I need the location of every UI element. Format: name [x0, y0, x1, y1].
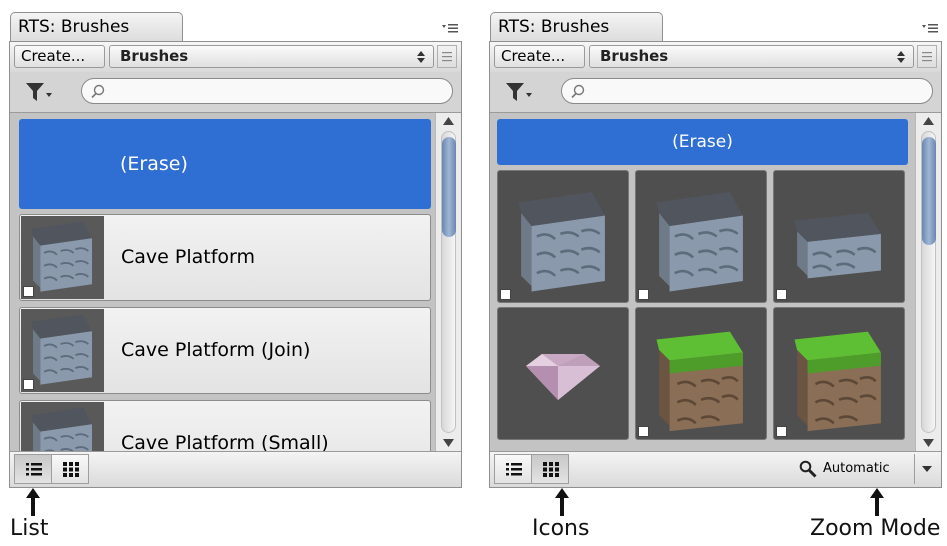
- list-menu-icon[interactable]: [437, 45, 457, 68]
- brushes-panel-icon-view: RTS: Brushes Create... Brushes (Erase) A…: [489, 8, 942, 488]
- stone-slab-icon: [794, 212, 881, 279]
- list-view-icon: [506, 463, 522, 476]
- chevron-down-icon: [922, 466, 932, 472]
- scroll-up-icon[interactable]: [443, 117, 454, 125]
- caption-icons: Icons: [532, 516, 590, 541]
- scroll-thumb[interactable]: [442, 137, 456, 237]
- category-select-label: Brushes: [600, 47, 669, 65]
- stone-cube-icon: [30, 406, 93, 451]
- prefab-badge-icon: [500, 289, 511, 300]
- bottom-toolbar: [10, 451, 461, 487]
- prefab-badge-icon: [776, 426, 787, 437]
- up-down-arrows-icon: [897, 51, 905, 63]
- prefab-badge-icon: [23, 379, 34, 390]
- list-item[interactable]: Cave Platform: [19, 214, 431, 301]
- brush-tile[interactable]: [635, 307, 767, 440]
- scroll-thumb[interactable]: [922, 137, 936, 245]
- icon-view-button[interactable]: [51, 454, 89, 484]
- list-item-label: Cave Platform: [121, 246, 256, 268]
- list-item-label: Cave Platform (Small): [121, 432, 329, 451]
- brush-tile[interactable]: [773, 170, 905, 303]
- create-button[interactable]: Create...: [14, 45, 105, 68]
- filter-icon[interactable]: [506, 83, 532, 101]
- create-button[interactable]: Create...: [494, 45, 585, 68]
- list-item[interactable]: Cave Platform (Small): [19, 400, 431, 451]
- stone-cube-icon: [517, 190, 607, 293]
- filter-icon[interactable]: [26, 83, 52, 101]
- caption-list: List: [10, 516, 49, 541]
- brush-thumbnail: [21, 216, 104, 299]
- list-menu-icon[interactable]: [917, 45, 937, 68]
- panel-frame: Create... Brushes (Erase): [9, 41, 462, 488]
- category-select-label: Brushes: [120, 47, 189, 65]
- erase-brush-item[interactable]: (Erase): [19, 119, 431, 209]
- brush-grid: (Erase): [490, 113, 915, 451]
- scroll-down-icon[interactable]: [443, 439, 454, 447]
- window-tab[interactable]: RTS: Brushes: [10, 12, 183, 42]
- brush-tile[interactable]: [497, 307, 629, 440]
- brush-tile[interactable]: [773, 307, 905, 440]
- list-view-icon: [26, 463, 42, 476]
- brush-thumbnail: [21, 309, 104, 392]
- scroll-up-icon[interactable]: [923, 117, 934, 125]
- list-item-label: Cave Platform (Join): [121, 339, 311, 361]
- vertical-scrollbar[interactable]: [435, 113, 461, 451]
- zoom-mode-label: Automatic: [823, 461, 890, 476]
- list-item[interactable]: Cave Platform (Join): [19, 307, 431, 394]
- list-view-button[interactable]: [14, 454, 52, 484]
- brush-thumbnail: [21, 402, 104, 451]
- grass-cube-icon: [655, 330, 745, 433]
- panel-frame: Create... Brushes (Erase): [489, 41, 942, 488]
- scroll-down-icon[interactable]: [923, 439, 934, 447]
- arrow-up-icon: [870, 488, 884, 516]
- up-down-arrows-icon: [417, 51, 425, 63]
- window-tab[interactable]: RTS: Brushes: [490, 12, 663, 42]
- icon-view-button[interactable]: [531, 454, 569, 484]
- toolbar: Create... Brushes: [490, 42, 941, 73]
- search-icon: [571, 84, 585, 98]
- zoom-mode-control[interactable]: Automatic: [795, 454, 911, 484]
- caption-zoom-mode: Zoom Mode: [810, 516, 941, 541]
- category-select[interactable]: Brushes: [109, 45, 434, 68]
- search-bar: [490, 72, 941, 113]
- prefab-badge-icon: [638, 289, 649, 300]
- search-bar: [10, 72, 461, 113]
- grass-cube-icon: [793, 330, 883, 433]
- category-select[interactable]: Brushes: [589, 45, 914, 68]
- gem-icon: [526, 354, 600, 400]
- tab-bar: RTS: Brushes: [489, 8, 942, 42]
- search-icon: [91, 84, 105, 98]
- prefab-badge-icon: [23, 286, 34, 297]
- stone-cube-icon: [655, 190, 745, 293]
- prefab-badge-icon: [638, 426, 649, 437]
- brush-tile[interactable]: [635, 170, 767, 303]
- list-view-button[interactable]: [494, 454, 532, 484]
- brush-list: (Erase) Cave Platform Cave Platform (Joi…: [10, 113, 435, 451]
- prefab-badge-icon: [776, 289, 787, 300]
- grid-view-icon: [543, 462, 559, 477]
- grid-view-icon: [63, 462, 79, 477]
- erase-brush-item[interactable]: (Erase): [497, 119, 908, 165]
- arrow-up-icon: [555, 488, 569, 516]
- window-menu-icon[interactable]: [922, 22, 938, 34]
- bottom-toolbar: Automatic: [490, 451, 941, 487]
- arrow-up-icon: [26, 488, 40, 516]
- search-input[interactable]: [81, 78, 453, 104]
- search-input[interactable]: [561, 78, 933, 104]
- brush-tile[interactable]: [497, 170, 629, 303]
- toolbar: Create... Brushes: [10, 42, 461, 73]
- brushes-panel-list-view: RTS: Brushes Create... Brushes (Erase) C…: [9, 8, 462, 488]
- vertical-scrollbar[interactable]: [915, 113, 941, 451]
- tab-bar: RTS: Brushes: [9, 8, 462, 42]
- zoom-icon: [799, 460, 817, 478]
- zoom-mode-dropdown[interactable]: [914, 454, 939, 484]
- window-menu-icon[interactable]: [442, 22, 458, 34]
